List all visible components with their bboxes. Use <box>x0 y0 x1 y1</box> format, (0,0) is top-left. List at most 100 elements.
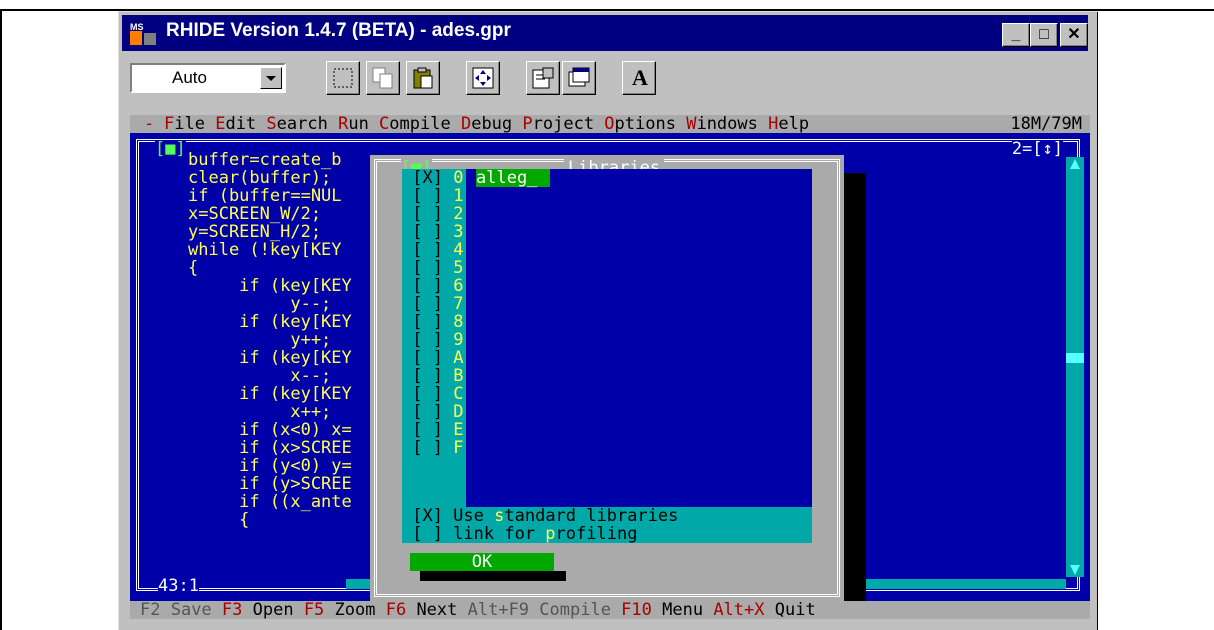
chevron-down-icon[interactable] <box>260 67 282 89</box>
library-checkbox-row[interactable]: [ ] 1 <box>402 187 466 205</box>
menu-item[interactable]: Project <box>522 114 604 134</box>
library-checkbox[interactable]: [ ] <box>402 366 453 386</box>
menu-item-hotkey: F <box>164 114 175 134</box>
library-checkbox-row[interactable]: [ ] 2 <box>402 205 466 223</box>
menu-item[interactable]: Options <box>604 114 686 134</box>
code-line: if (y>SCREE <box>188 474 352 494</box>
system-menu[interactable]: - <box>144 115 154 133</box>
menu-item-label: ompile <box>389 114 461 134</box>
menu-item[interactable]: Search <box>266 114 338 134</box>
libraries-dialog: Libraries [■] [X] 0 [ ] 1 [ ] 2 [ ] 3 [ … <box>370 155 844 601</box>
ok-button[interactable]: OK <box>410 553 554 571</box>
scroll-down-icon[interactable] <box>1070 565 1080 575</box>
code-line: if (x<0) x= <box>188 420 352 440</box>
paste-button[interactable] <box>406 61 440 95</box>
library-checkbox[interactable]: [ ] <box>402 276 453 296</box>
library-checkbox-row[interactable]: [ ] 6 <box>402 277 466 295</box>
library-checkbox[interactable]: [ ] <box>402 186 453 206</box>
library-checkbox[interactable]: [ ] <box>402 312 453 332</box>
background-button[interactable] <box>562 61 596 95</box>
library-checkbox[interactable]: [ ] <box>402 402 453 422</box>
library-checkbox-row[interactable]: [ ] C <box>402 385 466 403</box>
properties-button[interactable] <box>526 61 560 95</box>
library-checkbox[interactable]: [ ] <box>402 438 453 458</box>
editor-close-button[interactable]: [■] <box>155 140 186 158</box>
library-checkbox-row[interactable]: [ ] 5 <box>402 259 466 277</box>
library-checkbox[interactable]: [ ] <box>402 258 453 278</box>
close-button[interactable]: ✕ <box>1060 23 1088 47</box>
code-line: y++; <box>188 330 332 350</box>
library-checkbox[interactable]: [ ] <box>402 330 453 350</box>
library-checkbox[interactable]: [ ] <box>402 348 453 368</box>
status-key: F5 <box>303 600 335 620</box>
library-checkbox-row[interactable]: [ ] 9 <box>402 331 466 349</box>
menu-item[interactable]: Debug <box>461 114 522 134</box>
library-checkbox-row[interactable]: [ ] B <box>402 367 466 385</box>
menu-item[interactable]: Edit <box>215 114 266 134</box>
vertical-scrollbar[interactable] <box>1066 157 1084 577</box>
mark-button[interactable] <box>326 61 360 95</box>
library-checkbox[interactable]: [ ] <box>402 222 453 242</box>
library-checkbox-row[interactable]: [ ] F <box>402 439 466 457</box>
menu-item[interactable]: Run <box>338 114 379 134</box>
library-number: A <box>453 348 464 368</box>
library-checkbox[interactable]: [ ] <box>402 240 453 260</box>
library-checkbox-row[interactable]: [ ] 4 <box>402 241 466 259</box>
code-line: y--; <box>188 294 332 314</box>
status-item[interactable]: Alt+X Quit <box>713 600 826 620</box>
copy-button[interactable] <box>366 61 400 95</box>
code-line: x=SCREEN_W/2; <box>188 204 322 224</box>
status-item[interactable]: F5 Zoom <box>304 600 386 620</box>
code-line: { <box>188 510 250 530</box>
font-button[interactable]: A <box>622 61 656 95</box>
menu-item[interactable]: Compile <box>379 114 461 134</box>
copy-icon <box>372 67 393 89</box>
option-label: [ ] link for <box>402 524 546 544</box>
library-checkbox-row[interactable]: [ ] 8 <box>402 313 466 331</box>
library-checkbox[interactable]: [ ] <box>402 384 453 404</box>
scroll-up-icon[interactable] <box>1070 159 1080 169</box>
title-bar[interactable]: MS RHIDE Version 1.4.7 (BETA) - ades.gpr… <box>122 15 1088 51</box>
library-checkbox[interactable]: [ ] <box>402 294 453 314</box>
option-checkbox-row[interactable]: [X] Use standard libraries <box>402 507 812 525</box>
option-hotkey: s <box>494 506 505 526</box>
library-checkbox[interactable]: [X] <box>402 168 453 188</box>
status-item[interactable]: F10 Menu <box>621 600 713 620</box>
rhide-window: MS RHIDE Version 1.4.7 (BETA) - ades.gpr… <box>118 11 1098 630</box>
status-label: Save <box>170 600 222 620</box>
library-checkbox[interactable]: [ ] <box>402 420 453 440</box>
library-checkbox-row[interactable]: [ ] 3 <box>402 223 466 241</box>
code-text[interactable]: buffer=create_b clear(buffer); if (buffer=… <box>188 151 352 529</box>
editor-window-number[interactable]: 2=[↕] <box>1011 140 1063 158</box>
code-line: if (buffer==NUL <box>188 186 342 206</box>
minimize-button[interactable]: _ <box>1002 23 1030 47</box>
library-number: 6 <box>453 276 464 296</box>
status-item[interactable]: F6 Next <box>386 600 468 620</box>
library-options: [X] Use standard libraries [ ] link for … <box>402 507 812 543</box>
library-checkbox-row[interactable]: [ ] 7 <box>402 295 466 313</box>
library-number: 8 <box>453 312 464 332</box>
option-label: [X] Use <box>402 506 495 526</box>
library-checkbox-row[interactable]: [X] 0 <box>402 169 466 187</box>
font-size-select[interactable]: Auto <box>130 63 286 93</box>
menu-item-label: ptions <box>614 114 687 134</box>
maximize-button[interactable]: □ <box>1030 23 1058 47</box>
library-checkbox-row[interactable]: [ ] A <box>402 349 466 367</box>
status-label: Open <box>252 600 304 620</box>
library-checkbox-row[interactable]: [ ] D <box>402 403 466 421</box>
option-checkbox-row[interactable]: [ ] link for profiling <box>402 525 812 543</box>
editor-window[interactable]: [■] 2=[↕] buffer=create_b clear(buffer); i… <box>130 133 1090 619</box>
properties-icon <box>532 67 554 89</box>
scroll-thumb[interactable] <box>1066 353 1084 363</box>
menu-item-hotkey: P <box>522 114 533 134</box>
library-checkbox[interactable]: [ ] <box>402 204 453 224</box>
status-item[interactable]: F3 Open <box>222 600 304 620</box>
library-checkbox-row[interactable]: [ ] E <box>402 421 466 439</box>
menu-item[interactable]: Windows <box>686 114 768 134</box>
full-screen-button[interactable] <box>466 61 500 95</box>
library-0-input[interactable]: alleg_ <box>476 169 550 187</box>
ms-dos-app-icon[interactable]: MS <box>128 21 158 47</box>
library-number: F <box>453 438 464 458</box>
menu-item[interactable]: Help <box>768 114 819 134</box>
menu-item[interactable]: File <box>164 114 215 134</box>
